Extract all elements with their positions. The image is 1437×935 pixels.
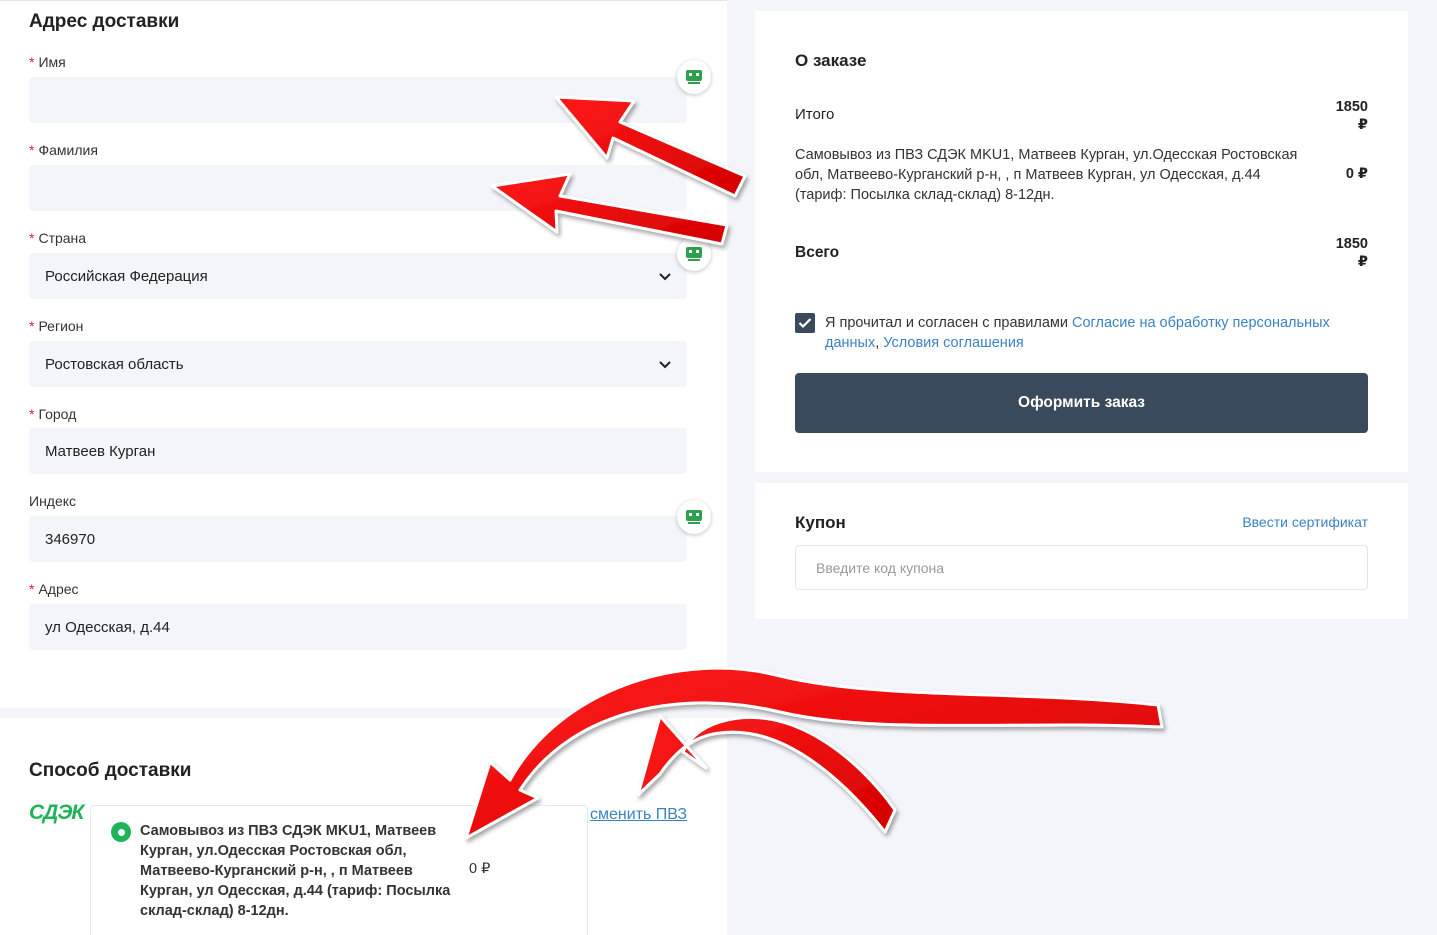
pvz-option[interactable]: Самовывоз из ПВЗ СДЭК MKU1, Матвеев Кург… [90,805,588,935]
country-label: * Страна [29,230,87,246]
change-pvz-link[interactable]: сменить ПВЗ [590,806,687,824]
region-label: * Регион [29,318,84,334]
pvz-radio[interactable] [111,822,131,842]
coupon-title: Купон [795,513,846,532]
left-column: Адрес доставки * Имя * Фамилия * Страна Рос… [0,0,727,935]
region-select[interactable]: Ростовская область [29,341,687,387]
address-card: Адрес доставки * Имя * Фамилия * Страна Рос… [0,0,727,708]
first-name-input[interactable] [29,77,687,123]
street-label: * Адрес [29,581,79,597]
cdek-logo: СДЭК [29,801,84,824]
country-select[interactable]: Российская Федерация [29,253,687,299]
place-order-button[interactable]: Оформить заказ [795,373,1368,433]
zip-label: Индекс [29,493,77,509]
street-input[interactable]: ул Одесская, д.44 [29,604,687,650]
total-label: Всего [795,244,840,261]
city-input[interactable]: Матвеев Курган [29,428,687,474]
chevron-down-icon [659,273,671,281]
zip-input[interactable]: 346970 [29,516,687,562]
shipping-description: Самовывоз из ПВЗ СДЭК MKU1, Матвеев Кург… [795,147,1298,203]
city-label: * Город [29,406,77,422]
terms-link[interactable]: Условия соглашения [883,335,1024,351]
address-title: Адрес доставки [29,11,180,32]
password-manager-icon[interactable] [677,60,711,94]
order-card: О заказе Итого 1850 ₽ Самовывоз из ПВЗ СД… [755,11,1408,472]
checkmark-icon [798,318,812,329]
subtotal-label: Итого [795,106,835,123]
coupon-input[interactable]: Введите код купона [795,545,1368,590]
order-title: О заказе [795,51,867,70]
password-manager-icon[interactable] [677,237,711,271]
first-name-label: * Имя [29,54,66,70]
last-name-input[interactable] [29,165,687,211]
agree-checkbox[interactable] [795,313,815,333]
pvz-option-price: 0 ₽ [469,861,491,877]
pvz-option-text: Самовывоз из ПВЗ СДЭК MKU1, Матвеев Кург… [140,823,451,919]
shipping-price: 0 ₽ [1345,166,1368,182]
password-manager-icon[interactable] [677,500,711,534]
delivery-title: Способ доставки [29,760,192,781]
subtotal-value: 1850 ₽ [1335,99,1368,133]
chevron-down-icon [659,361,671,369]
agree-text: Я прочитал и согласен с правилами Соглас… [825,315,1330,351]
coupon-card: Купон Ввести сертификат Введите код купо… [755,483,1408,619]
total-value: 1850 ₽ [1335,236,1368,270]
enter-certificate-link[interactable]: Ввести сертификат [1242,514,1368,530]
last-name-label: * Фамилия [29,142,98,158]
